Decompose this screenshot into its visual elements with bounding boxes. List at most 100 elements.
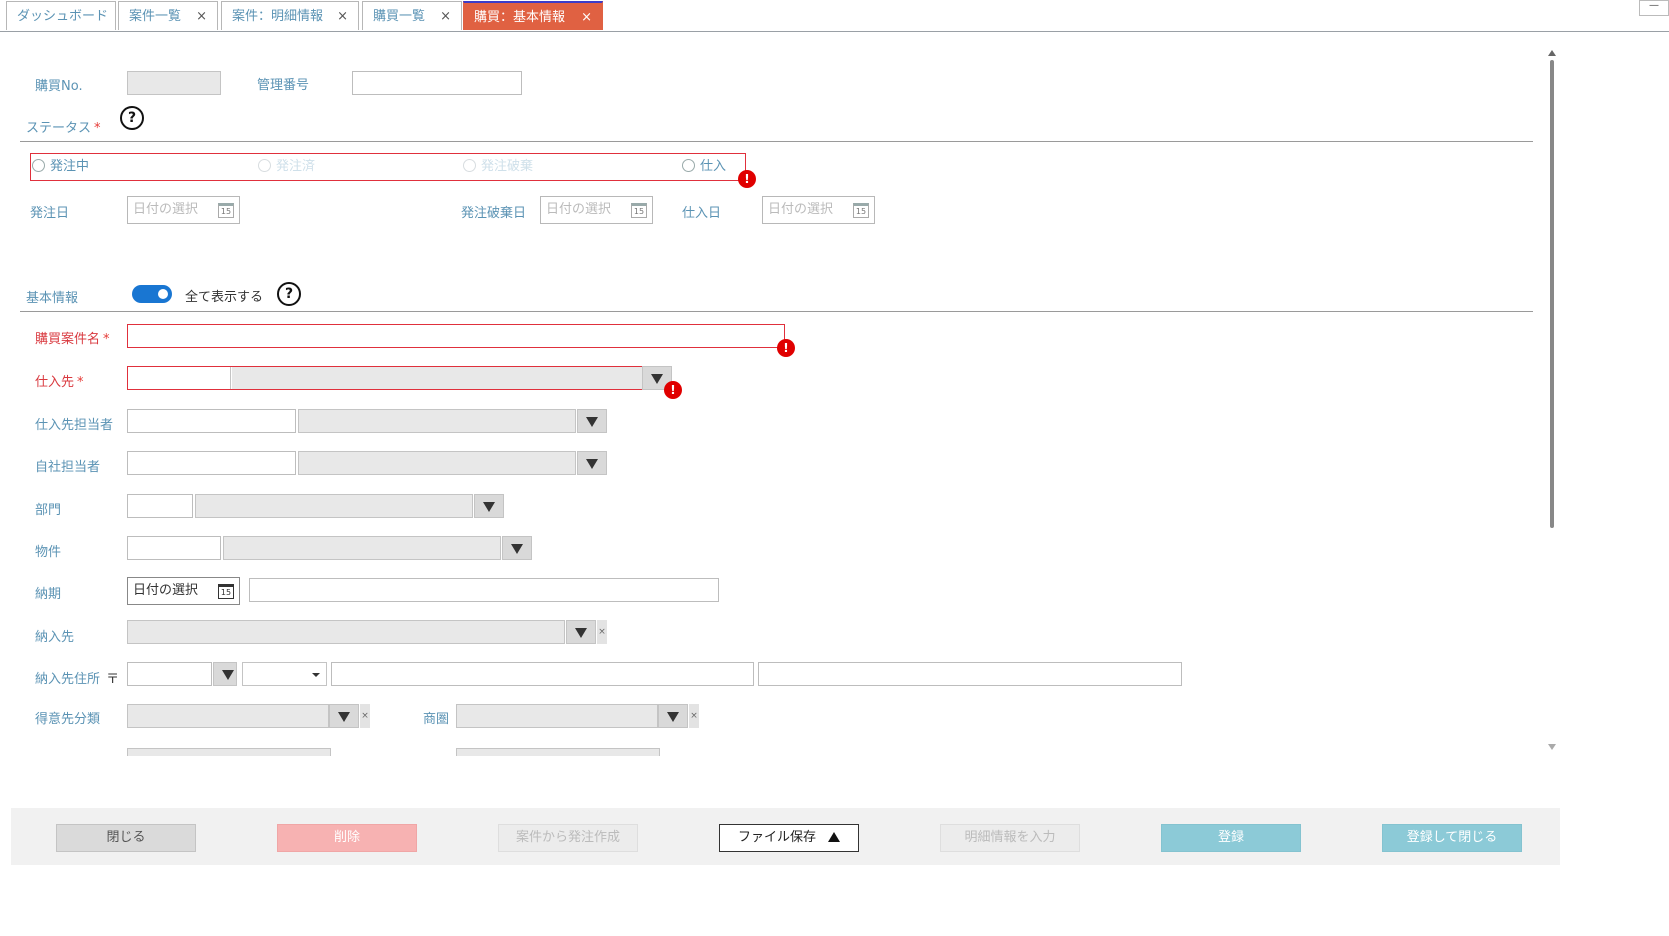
department-code-input[interactable] [127,494,193,518]
footer-bar: 閉じる 削除 案件から発注作成 ファイル保存 明細情報を入力 登録 登録して閉じ… [11,808,1560,865]
close-icon[interactable]: × [337,2,348,32]
register-button[interactable]: 登録 [1161,824,1301,852]
date-placeholder: 日付の選択 [133,202,199,217]
clear-icon[interactable]: × [597,620,607,644]
calendar-icon[interactable]: 15 [218,203,234,218]
tab-case-list[interactable]: 案件一覧 × [118,1,218,30]
divider [20,311,1533,312]
delivery-date-picker[interactable]: 日付の選択 15 [127,577,240,605]
radio-circle [463,159,476,172]
register-close-button[interactable]: 登録して閉じる [1382,824,1522,852]
date-placeholder: 日付の選択 [768,202,834,217]
own-contact-code-input[interactable] [127,451,296,475]
supplier-label-text: 仕入先 [35,375,75,390]
case-name-label-text: 購買案件名 [35,332,101,347]
error-icon: ! [738,170,756,188]
tab-label: 購買一覧 [373,9,426,24]
partial-field [127,748,331,756]
status-radio-group [30,153,746,181]
scroll-up-icon[interactable] [1548,50,1556,56]
show-all-toggle[interactable] [132,285,172,303]
show-all-label: 全て表示する [185,290,264,305]
basic-info-label: 基本情報 [26,291,79,306]
divider [20,141,1533,142]
supplier-contact-label: 仕入先担当者 [35,418,114,433]
address1-input[interactable] [331,662,754,686]
tab-purchase-basic[interactable]: 購買：基本情報 × [463,1,603,30]
prefecture-select[interactable] [242,662,327,686]
tab-case-detail[interactable]: 案件：明細情報 × [221,1,359,30]
property-label: 物件 [35,545,62,560]
tab-label: ダッシュボード [17,9,109,24]
purchase-date-picker[interactable]: 日付の選択 15 [762,196,875,224]
postal-code-input[interactable] [127,662,212,686]
scroll-thumb[interactable] [1550,60,1554,528]
delivery-to-label: 納入先 [35,630,75,645]
department-label: 部門 [35,503,62,518]
supplier-contact-name-field [298,409,576,433]
triangle-up-icon [828,832,840,842]
address2-input[interactable] [758,662,1182,686]
close-icon[interactable]: × [440,2,451,32]
close-icon[interactable]: × [196,2,207,32]
clear-icon[interactable]: × [689,704,699,728]
supplier-contact-code-input[interactable] [127,409,296,433]
calendar-icon[interactable]: 15 [631,203,647,218]
own-contact-label: 自社担当者 [35,460,101,475]
create-order-button[interactable]: 案件から発注作成 [498,824,638,852]
supplier-code-input[interactable] [128,367,231,389]
radio-ordered: 発注済 [258,159,315,175]
radio-ordering[interactable]: 発注中 [32,159,89,175]
close-button[interactable]: 閉じる [56,824,196,852]
radio-label: 仕入 [700,159,727,174]
status-label: ステータス * [26,117,101,136]
property-code-input[interactable] [127,536,221,560]
mgmt-no-label: 管理番号 [257,78,310,93]
help-icon[interactable]: ? [120,106,144,130]
partial-field [456,748,660,756]
customer-class-dropdown-icon[interactable] [329,704,359,728]
help-icon[interactable]: ? [277,282,301,306]
delivery-to-dropdown-icon[interactable] [566,620,596,644]
delete-button[interactable]: 削除 [277,824,417,852]
file-save-label: ファイル保存 [737,830,816,845]
vertical-scrollbar[interactable] [1548,50,1556,750]
scroll-down-icon[interactable] [1548,744,1556,750]
required-mark: * [77,375,84,390]
tab-dashboard[interactable]: ダッシュボード [6,1,116,30]
partial-row [20,748,1545,756]
supplier-contact-dropdown-icon[interactable] [577,409,607,433]
radio-purchased[interactable]: 仕入 [682,159,726,175]
department-dropdown-icon[interactable] [474,494,504,518]
calendar-icon[interactable]: 15 [853,203,869,218]
tab-purchase-list[interactable]: 購買一覧 × [362,1,462,30]
tab-bar: ダッシュボード 案件一覧 × 案件：明細情報 × 購買一覧 × 購買：基本情報 … [0,0,1669,32]
property-dropdown-icon[interactable] [502,536,532,560]
postal-dropdown-icon[interactable] [213,662,237,686]
calendar-icon[interactable]: 15 [218,584,234,599]
tab-label: 購買：基本情報 [474,10,566,25]
file-save-button[interactable]: ファイル保存 [719,824,859,852]
cancel-date-picker[interactable]: 日付の選択 15 [540,196,653,224]
department-name-field [195,494,473,518]
delivery-address-label-text: 納入先住所 [35,672,101,687]
close-icon[interactable]: × [581,3,592,33]
radio-circle [682,159,695,172]
clear-icon[interactable]: × [360,704,370,728]
radio-order-cancelled: 発注破棄 [463,159,533,175]
purchase-no-field [127,71,221,95]
trade-area-field [456,704,658,728]
order-date-picker[interactable]: 日付の選択 15 [127,196,240,224]
radio-circle [258,159,271,172]
own-contact-dropdown-icon[interactable] [577,451,607,475]
delivery-date-label: 納期 [35,587,62,602]
case-name-input[interactable] [127,324,785,348]
trade-area-dropdown-icon[interactable] [658,704,688,728]
mgmt-no-input[interactable] [352,71,522,95]
customer-class-field [127,704,329,728]
purchase-date-label: 仕入日 [682,206,722,221]
required-mark: * [94,121,101,136]
enter-detail-button[interactable]: 明細情報を入力 [940,824,1080,852]
minimize-button[interactable]: — [1639,0,1669,16]
delivery-note-input[interactable] [249,578,719,602]
